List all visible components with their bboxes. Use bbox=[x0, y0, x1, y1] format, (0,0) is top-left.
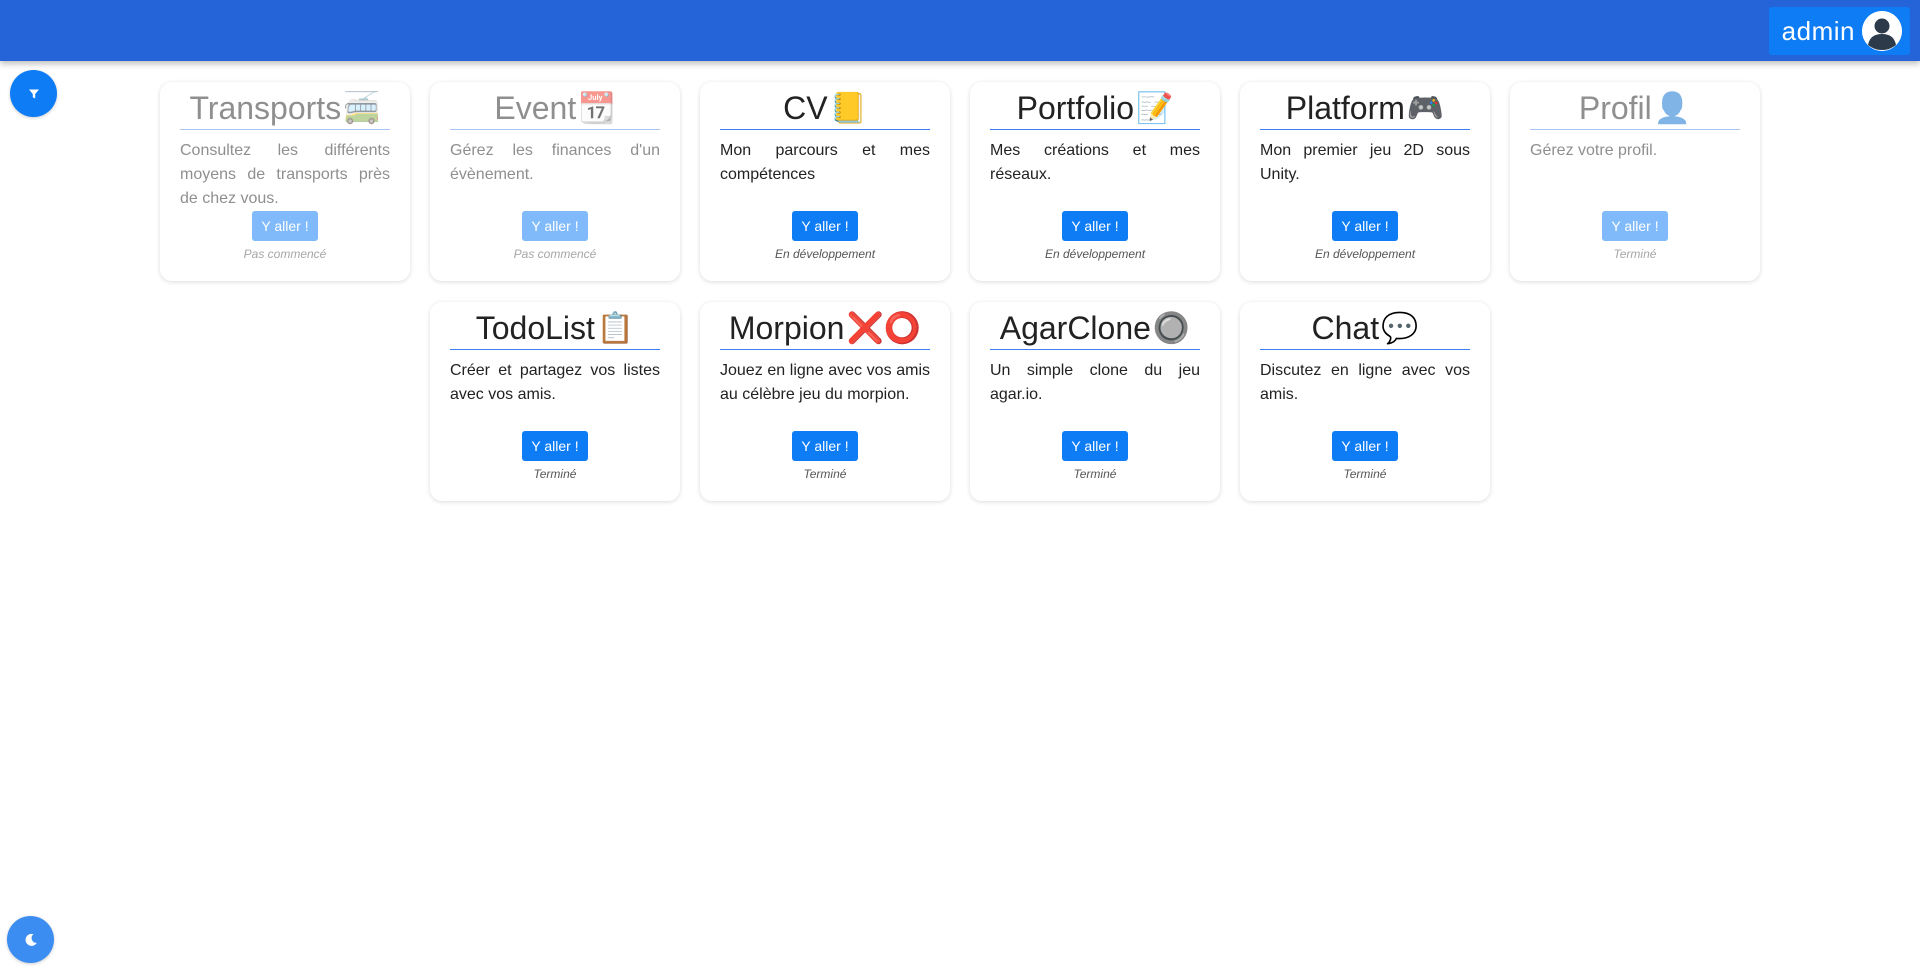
project-card-chat: Chat 💬 Discutez en ligne avec vos amis. Y… bbox=[1240, 302, 1490, 501]
username-label: admin bbox=[1781, 15, 1855, 46]
go-button[interactable]: Y aller ! bbox=[522, 431, 588, 461]
go-button[interactable]: Y aller ! bbox=[792, 211, 858, 241]
user-menu-button[interactable]: admin bbox=[1768, 7, 1910, 55]
project-card-event: Event 📆 Gérez les finances d'un évènement… bbox=[430, 82, 680, 281]
card-title: Portfolio 📝 bbox=[990, 88, 1200, 130]
card-description: Mon premier jeu 2D sous Unity. bbox=[1260, 142, 1470, 183]
go-button[interactable]: Y aller ! bbox=[1332, 211, 1398, 241]
card-title: Transports 🚎 bbox=[180, 88, 390, 130]
card-title: Chat 💬 bbox=[1260, 308, 1470, 350]
card-title: AgarClone 🔘 bbox=[990, 308, 1200, 350]
card-title: CV 📒 bbox=[720, 88, 930, 130]
card-title-text: Portfolio bbox=[1016, 90, 1135, 126]
card-title-text: Morpion bbox=[728, 310, 845, 346]
filter-button[interactable] bbox=[10, 70, 57, 117]
project-card-agarclone: AgarClone 🔘 Un simple clone du jeu agar.i… bbox=[970, 302, 1220, 501]
status-label: Terminé bbox=[1073, 467, 1117, 481]
status-label: Pas commencé bbox=[243, 247, 327, 261]
card-description: Discutez en ligne avec vos amis. bbox=[1260, 362, 1470, 403]
dark-mode-toggle[interactable] bbox=[7, 916, 54, 963]
status-label: En développement bbox=[1314, 247, 1416, 261]
go-button[interactable]: Y aller ! bbox=[522, 211, 588, 241]
go-button[interactable]: Y aller ! bbox=[1062, 431, 1128, 461]
status-label: Terminé bbox=[533, 467, 577, 481]
project-card-todolist: TodoList 📋 Créer et partagez vos listes a… bbox=[430, 302, 680, 501]
status-label: En développement bbox=[1044, 247, 1146, 261]
card-description: Jouez en ligne avec vos amis au célèbre … bbox=[720, 362, 930, 403]
card-description: Consultez les différents moyens de trans… bbox=[180, 142, 390, 207]
project-card-morpion: Morpion ❌⭕ Jouez en ligne avec vos amis a… bbox=[700, 302, 950, 501]
trolleybus-icon: 🚎 bbox=[343, 91, 381, 125]
status-label: En développement bbox=[774, 247, 876, 261]
card-title-text: CV bbox=[783, 90, 828, 126]
card-title-text: Profil bbox=[1578, 90, 1652, 126]
notebook-icon: 📒 bbox=[829, 91, 867, 125]
filter-icon bbox=[28, 89, 39, 98]
card-title-text: AgarClone bbox=[999, 310, 1151, 346]
gamepad-icon: 🎮 bbox=[1406, 91, 1445, 125]
status-label: Terminé bbox=[803, 467, 847, 481]
card-title: Profil 👤 bbox=[1530, 88, 1740, 130]
top-navbar: admin bbox=[0, 0, 1920, 61]
radio-button-icon: 🔘 bbox=[1152, 311, 1191, 345]
card-title-text: Transports bbox=[189, 90, 342, 126]
clipboard-icon: 📋 bbox=[596, 311, 635, 345]
status-label: Pas commencé bbox=[513, 247, 597, 261]
card-description: Un simple clone du jeu agar.io. bbox=[990, 362, 1200, 403]
calendar-icon: 📆 bbox=[578, 91, 616, 125]
go-button[interactable]: Y aller ! bbox=[252, 211, 318, 241]
speech-bubble-icon: 💬 bbox=[1381, 311, 1419, 345]
user-circle-icon bbox=[1862, 11, 1902, 51]
card-title: TodoList 📋 bbox=[450, 308, 660, 350]
status-label: Terminé bbox=[1613, 247, 1657, 261]
card-title: Platform 🎮 bbox=[1260, 88, 1470, 130]
card-description: Gérez les finances d'un évènement. bbox=[450, 142, 660, 183]
project-card-transports: Transports 🚎 Consultez les différents moy… bbox=[160, 82, 410, 281]
go-button[interactable]: Y aller ! bbox=[1332, 431, 1398, 461]
go-button[interactable]: Y aller ! bbox=[1062, 211, 1128, 241]
card-title-text: Chat bbox=[1311, 310, 1380, 346]
project-card-cv: CV 📒 Mon parcours et mes compétences Y al… bbox=[700, 82, 950, 281]
card-description: Mes créations et mes réseaux. bbox=[990, 142, 1200, 183]
profile-icon: 👤 bbox=[1653, 91, 1692, 125]
project-card-portfolio: Portfolio 📝 Mes créations et mes réseaux.… bbox=[970, 82, 1220, 281]
go-button[interactable]: Y aller ! bbox=[792, 431, 858, 461]
card-title-text: TodoList bbox=[475, 310, 595, 346]
project-card-profil: Profil 👤 Gérez votre profil. Y aller ! Te… bbox=[1510, 82, 1760, 281]
moon-icon bbox=[25, 933, 37, 946]
card-description: Mon parcours et mes compétences bbox=[720, 142, 930, 183]
cross-circle-icon: ❌⭕ bbox=[846, 311, 922, 345]
card-title-text: Platform bbox=[1285, 90, 1405, 126]
status-label: Terminé bbox=[1343, 467, 1387, 481]
card-title-text: Event bbox=[494, 90, 577, 126]
card-description: Gérez votre profil. bbox=[1530, 142, 1658, 159]
card-description: Créer et partagez vos listes avec vos am… bbox=[450, 362, 660, 403]
memo-icon: 📝 bbox=[1136, 91, 1174, 125]
card-title: Event 📆 bbox=[450, 88, 660, 130]
card-title: Morpion ❌⭕ bbox=[720, 308, 930, 350]
project-card-platform: Platform 🎮 Mon premier jeu 2D sous Unity.… bbox=[1240, 82, 1490, 281]
go-button[interactable]: Y aller ! bbox=[1602, 211, 1668, 241]
